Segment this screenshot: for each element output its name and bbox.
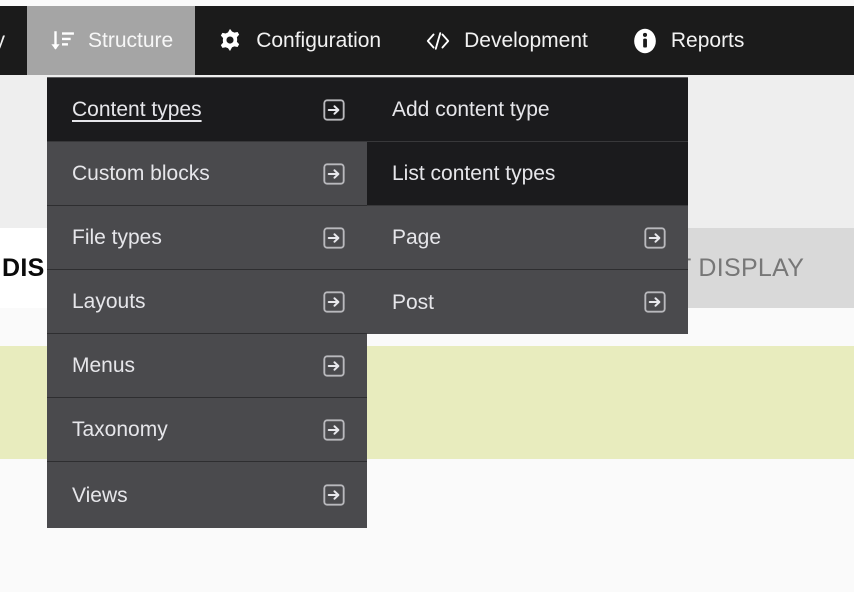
menu-item-menus[interactable]: Menus [47, 334, 367, 398]
menu-item-custom-blocks[interactable]: Custom blocks [47, 142, 367, 206]
nav-item-label: Development [464, 29, 588, 52]
menu-item-views[interactable]: Views [47, 462, 367, 528]
menu-item-label: Post [392, 290, 435, 314]
menu-item-label: Menus [72, 354, 136, 377]
content-types-submenu: Add content type List content types Page Po… [367, 77, 688, 334]
menu-item-add-content-type[interactable]: Add content type [367, 78, 688, 142]
nav-item-structure[interactable]: Structure [27, 6, 196, 75]
background-tab-left[interactable]: DIS [0, 228, 53, 308]
code-brackets-icon [425, 28, 451, 54]
nav-item-label: Configuration [256, 29, 382, 52]
menu-item-label: Add content type [392, 98, 550, 121]
nav-item-development[interactable]: Development [403, 6, 610, 75]
structure-dropdown-menu: Content types Custom blocks File types Layo… [47, 77, 367, 528]
nav-item-configuration[interactable]: Configuration [195, 6, 403, 75]
submenu-arrow-icon[interactable] [323, 290, 345, 313]
nav-item-label: Reports [670, 29, 745, 52]
menu-item-label: Content types [72, 98, 202, 121]
submenu-arrow-icon[interactable] [644, 291, 666, 313]
menu-item-label: File types [72, 226, 162, 249]
submenu-arrow-icon[interactable] [323, 354, 345, 377]
nav-item-label: ity [0, 30, 5, 51]
menu-item-content-types[interactable]: Content types [47, 78, 367, 142]
menu-item-label: List content types [392, 162, 556, 185]
menu-item-page[interactable]: Page [367, 206, 688, 270]
submenu-arrow-icon[interactable] [323, 226, 345, 249]
menu-item-list-content-types[interactable]: List content types [367, 142, 688, 206]
nav-item-reports[interactable]: Reports [610, 6, 767, 75]
menu-item-layouts[interactable]: Layouts [47, 270, 367, 334]
menu-item-taxonomy[interactable]: Taxonomy [47, 398, 367, 462]
admin-toolbar: ity Structure Configuration Development Repo… [0, 6, 854, 75]
nav-item-label: Structure [88, 29, 174, 52]
nav-item-ity[interactable]: ity [0, 6, 27, 75]
menu-item-label: Taxonomy [72, 418, 168, 441]
submenu-arrow-icon[interactable] [323, 162, 345, 185]
menu-item-post[interactable]: Post [367, 270, 688, 334]
menu-item-label: Page [392, 226, 442, 249]
background-tab-right[interactable]: T DISPLAY [676, 228, 854, 308]
submenu-arrow-icon[interactable] [644, 226, 666, 249]
submenu-arrow-icon[interactable] [323, 484, 345, 506]
sort-descending-icon [49, 28, 75, 54]
menu-item-label: Custom blocks [72, 162, 210, 185]
gear-icon [217, 28, 243, 54]
menu-item-label: Views [72, 483, 128, 507]
submenu-arrow-icon[interactable] [323, 98, 345, 121]
menu-item-file-types[interactable]: File types [47, 206, 367, 270]
background-tab-right-label: T DISPLAY [676, 253, 805, 282]
info-circle-icon [632, 28, 658, 54]
background-tab-left-label: DIS [2, 253, 45, 282]
menu-item-label: Layouts [72, 290, 146, 313]
submenu-arrow-icon[interactable] [323, 418, 345, 441]
